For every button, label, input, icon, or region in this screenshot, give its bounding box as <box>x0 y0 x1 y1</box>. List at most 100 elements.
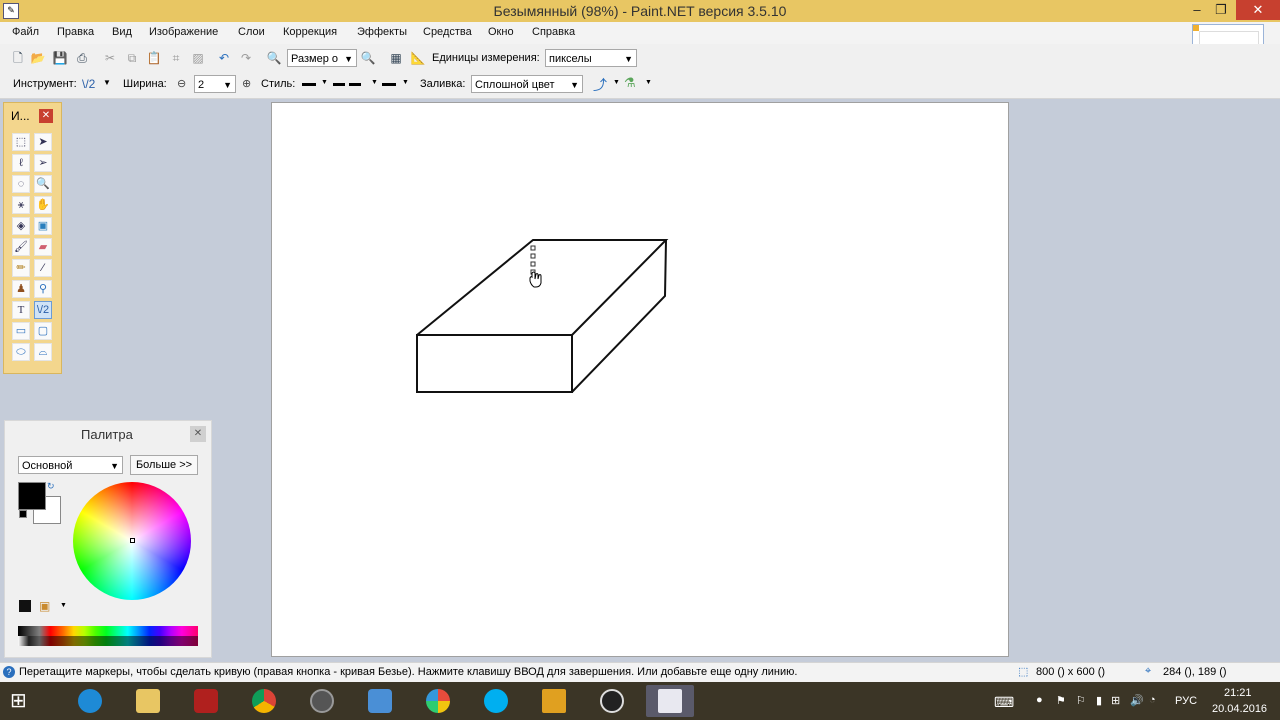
paste-icon[interactable]: 📋 <box>146 50 162 66</box>
pencil-tool-icon[interactable]: ✏ <box>12 259 30 277</box>
windows-flag-icon[interactable]: ⊞ <box>1111 694 1120 707</box>
taskbar-audio[interactable] <box>356 685 404 717</box>
zoom-in-icon[interactable]: 🔍 <box>360 50 376 66</box>
zoom-select[interactable]: Размер о ▼ <box>287 49 357 67</box>
palette-menu-icon[interactable]: ▣ <box>39 599 50 613</box>
network-icon[interactable]: ▮ <box>1096 694 1102 707</box>
close-button[interactable]: ✕ <box>1236 0 1280 20</box>
ellipse-tool-icon[interactable]: ⬭ <box>12 343 30 361</box>
taskbar-paintnet[interactable] <box>646 685 694 717</box>
palette-mode-select[interactable]: Основной ▼ <box>18 456 123 474</box>
taskbar-ie[interactable] <box>66 685 114 717</box>
swap-colors-icon[interactable]: ↻ <box>47 481 55 492</box>
new-icon[interactable]: 🗋 <box>10 50 26 66</box>
language-indicator[interactable]: РУС <box>1175 695 1197 707</box>
ruler-icon[interactable]: 📐 <box>410 50 426 66</box>
add-color-icon[interactable] <box>19 600 31 612</box>
undo-icon[interactable]: ↶ <box>216 50 232 66</box>
gradient-tool-icon[interactable]: ▣ <box>34 217 52 235</box>
chevron-down-icon[interactable]: ▼ <box>103 78 111 87</box>
chevron-down-icon[interactable]: ▼ <box>402 79 409 86</box>
units-select[interactable]: пикселы ▼ <box>545 49 637 67</box>
menu-effects[interactable]: Эффекты <box>357 26 407 38</box>
color-picker-tool-icon[interactable]: ⁄ <box>34 259 52 277</box>
taskbar-chrome[interactable] <box>240 685 288 717</box>
color-swatch-strip-dark[interactable] <box>18 636 198 646</box>
start-button[interactable]: ⊞ <box>10 690 34 712</box>
open-icon[interactable]: 📂 <box>30 50 46 66</box>
copy-icon[interactable]: ⧉ <box>124 50 140 66</box>
taskbar-power[interactable] <box>182 685 230 717</box>
flag-icon[interactable]: ⚑ <box>1056 694 1066 707</box>
grid-icon[interactable]: ▦ <box>388 50 404 66</box>
wifi-icon[interactable]: ◔ <box>1149 694 1156 706</box>
taskbar-explorer[interactable] <box>124 685 172 717</box>
rectangle-tool-icon[interactable]: ▭ <box>12 322 30 340</box>
width-select[interactable]: 2 ▼ <box>194 75 236 93</box>
drawing-canvas[interactable] <box>271 102 1009 657</box>
text-tool-icon[interactable]: T <box>12 301 30 319</box>
menu-adjustments[interactable]: Коррекция <box>283 26 337 38</box>
menu-window[interactable]: Окно <box>488 26 514 38</box>
close-icon[interactable]: ✕ <box>39 109 53 123</box>
primary-color-swatch[interactable] <box>18 482 46 510</box>
pan-tool-icon[interactable]: ✋ <box>34 196 52 214</box>
deselect-icon[interactable]: ▨ <box>190 50 206 66</box>
crop-icon[interactable]: ⌗ <box>168 50 184 66</box>
chevron-down-icon[interactable]: ▼ <box>613 79 620 86</box>
taskbar-csgo[interactable] <box>530 685 578 717</box>
line-style-dash-icon[interactable] <box>333 83 365 86</box>
eraser-tool-icon[interactable]: ▰ <box>34 238 52 256</box>
tray-app-icon[interactable]: ● <box>1036 694 1043 706</box>
redo-icon[interactable]: ↷ <box>238 50 254 66</box>
width-decrease-icon[interactable]: ⊖ <box>177 77 186 90</box>
reset-colors-icon[interactable] <box>19 510 27 518</box>
menu-tools[interactable]: Средства <box>423 26 472 38</box>
restore-button[interactable]: ❐ <box>1206 0 1236 20</box>
width-increase-icon[interactable]: ⊕ <box>242 77 251 90</box>
tool-current-value[interactable]: \/2 <box>82 77 95 91</box>
taskbar-obs[interactable] <box>588 685 636 717</box>
ellipse-select-tool-icon[interactable]: ◌ <box>12 175 30 193</box>
magic-wand-tool-icon[interactable]: ⚹ <box>12 196 30 214</box>
menu-view[interactable]: Вид <box>112 26 132 38</box>
menu-edit[interactable]: Правка <box>57 26 94 38</box>
lasso-tool-icon[interactable]: ℓ <box>12 154 30 172</box>
cut-icon[interactable]: ✂ <box>102 50 118 66</box>
flag-alt-icon[interactable]: ⚐ <box>1076 694 1086 707</box>
taskbar-skype[interactable] <box>472 685 520 717</box>
antialiasing-icon[interactable]: ⤴ <box>593 75 607 95</box>
menu-file[interactable]: Файл <box>12 26 39 38</box>
recolor-tool-icon[interactable]: ⚲ <box>34 280 52 298</box>
clock-date[interactable]: 20.04.2016 <box>1212 703 1267 715</box>
save-icon[interactable]: 💾 <box>52 50 68 66</box>
chevron-down-icon[interactable]: ▼ <box>321 79 328 86</box>
rectangle-select-tool-icon[interactable]: ⬚ <box>12 133 30 151</box>
keyboard-icon[interactable]: ⌨ <box>994 694 1014 711</box>
paint-bucket-tool-icon[interactable]: ◈ <box>12 217 30 235</box>
fill-select[interactable]: Сплошной цвет ▼ <box>471 75 583 93</box>
print-icon[interactable]: ⎙ <box>74 50 90 66</box>
move-selected-tool-icon[interactable]: ➢ <box>34 154 52 172</box>
clock-time[interactable]: 21:21 <box>1224 687 1252 699</box>
chevron-down-icon[interactable]: ▼ <box>371 79 378 86</box>
zoom-out-icon[interactable]: 🔍 <box>266 50 282 66</box>
blend-mode-icon[interactable]: ⚗ <box>624 75 636 91</box>
taskbar-media[interactable] <box>298 685 346 717</box>
move-selection-tool-icon[interactable]: ➤ <box>34 133 52 151</box>
line-style-solid-icon[interactable] <box>302 83 316 86</box>
paintbrush-tool-icon[interactable]: 🖌 <box>12 238 30 256</box>
menu-layers[interactable]: Слои <box>238 26 265 38</box>
volume-tray-icon[interactable]: 🔊 <box>1130 694 1144 707</box>
menu-image[interactable]: Изображение <box>149 26 218 38</box>
close-icon[interactable]: ✕ <box>190 426 206 442</box>
chevron-down-icon[interactable]: ▼ <box>60 602 67 609</box>
clone-stamp-tool-icon[interactable]: ♟ <box>12 280 30 298</box>
chevron-down-icon[interactable]: ▼ <box>645 79 652 86</box>
line-cap-icon[interactable] <box>382 83 396 86</box>
zoom-tool-icon[interactable]: 🔍 <box>34 175 52 193</box>
line-curve-tool-icon[interactable]: \/2 <box>34 301 52 319</box>
more-colors-button[interactable]: Больше >> <box>130 455 198 475</box>
taskbar-mosaic[interactable] <box>414 685 462 717</box>
freeform-shape-tool-icon[interactable]: ⌓ <box>34 343 52 361</box>
